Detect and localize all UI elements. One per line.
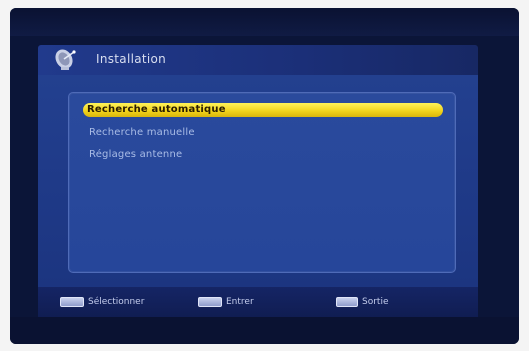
ok-key-icon — [198, 297, 222, 307]
exit-key-icon — [336, 297, 358, 307]
title-bar: Installation — [38, 45, 478, 75]
main-panel: Recherche automatique Recherche manuelle… — [38, 75, 478, 287]
menu-box: Recherche automatique Recherche manuelle… — [68, 92, 456, 273]
screen-top-band — [10, 8, 519, 36]
hint-enter-label: Entrer — [226, 297, 254, 307]
hint-enter: Entrer — [198, 296, 254, 308]
menu-item-antenna-settings[interactable]: Réglages antenne — [89, 149, 182, 160]
hint-select-label: Sélectionner — [88, 297, 145, 307]
satellite-dish-icon — [52, 48, 78, 72]
arrow-keys-icon — [60, 297, 84, 307]
tv-screen: Installation Recherche automatique Reche… — [10, 8, 519, 344]
menu-item-auto-search[interactable]: Recherche automatique — [83, 103, 443, 117]
page-title: Installation — [96, 52, 167, 66]
hint-exit-label: Sortie — [362, 297, 389, 307]
hint-exit: Sortie — [336, 296, 389, 308]
footer-hint-bar: Sélectionner Entrer Sortie — [38, 287, 478, 317]
screen-bottom-band — [10, 317, 519, 344]
menu-item-manual-search[interactable]: Recherche manuelle — [89, 127, 195, 138]
hint-select: Sélectionner — [60, 296, 144, 308]
